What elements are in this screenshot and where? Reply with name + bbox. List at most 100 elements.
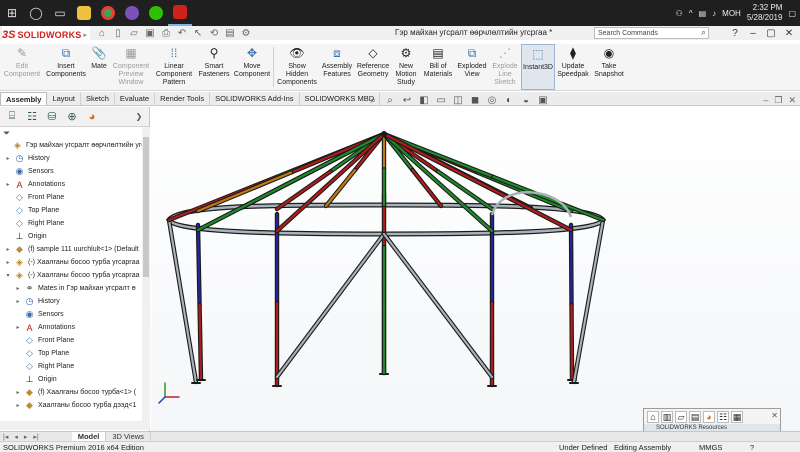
viewport-restore-icon[interactable]: ❐ <box>774 95 782 106</box>
tab-last-icon[interactable]: ▸| <box>30 433 41 441</box>
notifications-icon[interactable]: ▢ <box>788 9 796 18</box>
reference-geometry-button[interactable]: ◇ Reference Geometry <box>355 44 391 90</box>
tree-item[interactable]: ▾ ◈ (-) Хаалганы босоо турба угсаргаа <box>0 269 139 282</box>
tree-item[interactable]: ◉ Sensors <box>0 308 64 321</box>
open-folder-icon[interactable]: ▱ <box>128 28 140 40</box>
quick-tips-icon[interactable]: ? <box>750 442 754 452</box>
tab-evaluate[interactable]: Evaluate <box>115 92 156 105</box>
wall-post-upper[interactable] <box>196 223 201 307</box>
edit-appearance-icon[interactable]: ◐ <box>503 95 515 106</box>
filter-icon[interactable]: ⏷ <box>3 128 10 139</box>
close-icon[interactable]: ✕ <box>780 28 798 39</box>
tree-expander-icon[interactable]: ▾ <box>4 272 12 279</box>
maximize-icon[interactable]: ▢ <box>762 28 780 39</box>
tree-item[interactable]: ▸ A Annotations <box>0 178 65 191</box>
clock[interactable]: 2:32 PM 5/28/2019 <box>747 3 783 23</box>
tree-item[interactable]: ◇ Top Plane <box>0 204 59 217</box>
update-speedpak-button[interactable]: ⧫ Update Speedpak <box>555 44 591 90</box>
view-orientation-icon[interactable]: ◫ <box>452 95 464 106</box>
tree-item[interactable]: ⊥ Origin <box>0 373 57 386</box>
tree-expander-icon[interactable]: ▸ <box>4 155 12 162</box>
windows-start-icon[interactable]: ⊞ <box>0 0 24 26</box>
tree-expander-icon[interactable]: ▸ <box>4 246 12 253</box>
file-explorer-tab-icon[interactable]: ▱ <box>675 411 687 423</box>
insert-components-button[interactable]: ⧉ Insert Components <box>44 44 88 90</box>
tab-layout[interactable]: Layout <box>47 92 81 105</box>
options-gear-icon[interactable]: ⚙ <box>240 28 252 40</box>
brace-left[interactable] <box>275 232 386 379</box>
design-library-icon[interactable]: ▥ <box>661 411 673 423</box>
new-motion-study-button[interactable]: ⚙ New Motion Study <box>391 44 421 90</box>
tree-item[interactable]: ▸ ◆ Хаалганы босоо турба дээд<1 <box>0 399 136 412</box>
tree-item[interactable]: ◉ Sensors <box>0 165 54 178</box>
dynamic-annotation-icon[interactable]: ▭ <box>435 95 447 106</box>
chrome-icon[interactable] <box>96 0 120 26</box>
undo-icon[interactable]: ↶ <box>176 28 188 40</box>
tab-sketch[interactable]: Sketch <box>81 92 115 105</box>
property-manager-icon[interactable]: ☷ <box>24 109 40 125</box>
tab-3d-views[interactable]: 3D Views <box>106 431 151 442</box>
tree-item[interactable]: ▸ ◷ History <box>0 152 49 165</box>
display-manager-icon[interactable]: ◕ <box>84 109 100 125</box>
cortana-icon[interactable]: ◯ <box>24 0 48 26</box>
exploded-view-button[interactable]: ⧉ Exploded View <box>455 44 489 90</box>
unit-system[interactable]: MMGS <box>699 442 722 452</box>
outer-leg[interactable] <box>167 218 198 384</box>
network-icon[interactable]: ▤ <box>699 9 707 18</box>
tree-item[interactable]: ▸ ◆ (f) sample 111 uurchlult<1> (Default <box>0 243 138 256</box>
take-snapshot-button[interactable]: ◉ Take Snapshot <box>591 44 627 90</box>
component-preview-button[interactable]: ▦ Component Preview Window <box>110 44 152 90</box>
roof-rafter-lower[interactable] <box>411 168 443 208</box>
solidworks-icon[interactable] <box>168 0 192 26</box>
tree-expander-icon[interactable]: ▸ <box>14 298 22 305</box>
move-component-button[interactable]: ✥ Move Component <box>232 44 272 90</box>
menu-arrow-icon[interactable]: ▸ <box>83 31 87 39</box>
tree-vertical-scrollbar[interactable] <box>142 127 150 421</box>
tree-expander-icon[interactable]: ▸ <box>4 259 12 266</box>
people-icon[interactable]: ⚇ <box>676 9 683 18</box>
section-view-icon[interactable]: ◧ <box>418 95 430 106</box>
print-icon[interactable]: ⎙ <box>160 28 172 40</box>
outer-leg[interactable] <box>572 218 605 384</box>
instant3d-button[interactable]: ⬚ Instant3D <box>521 44 555 90</box>
tree-expander-icon[interactable]: ▸ <box>14 285 22 292</box>
select-arrow-icon[interactable]: ↖ <box>192 28 204 40</box>
tree-item[interactable]: ▸ A Annotations <box>0 321 75 334</box>
tree-item[interactable]: ◇ Right Plane <box>0 217 64 230</box>
scrollbar-thumb[interactable] <box>143 137 149 277</box>
chevron-up-icon[interactable]: ^ <box>689 9 693 18</box>
appearances-icon[interactable]: ◕ <box>703 411 715 423</box>
triad-z-axis[interactable] <box>158 396 166 404</box>
display-style-icon[interactable]: ◼ <box>469 95 481 106</box>
search-icon[interactable]: ⌕ <box>701 27 706 38</box>
save-icon[interactable]: ▣ <box>144 28 156 40</box>
hide-show-items-icon[interactable]: ◎ <box>486 95 498 106</box>
edit-component-button[interactable]: ✎ Edit Component <box>0 44 44 90</box>
zoom-area-icon[interactable]: ⌕ <box>384 95 396 106</box>
tree-item[interactable]: ◇ Right Plane <box>0 360 74 373</box>
tab-solidworks-add-ins[interactable]: SOLIDWORKS Add-Ins <box>210 92 300 105</box>
wall-post-upper[interactable] <box>569 223 573 307</box>
tree-item[interactable]: ◇ Top Plane <box>0 347 69 360</box>
tree-expander-icon[interactable]: ▸ <box>14 402 22 409</box>
graphics-area[interactable] <box>151 107 800 431</box>
viber-icon[interactable] <box>120 0 144 26</box>
smart-fasteners-button[interactable]: ⚲ Smart Fasteners <box>196 44 232 90</box>
home-icon[interactable]: ⌂ <box>96 28 108 40</box>
tree-item[interactable]: ◇ Front Plane <box>0 334 74 347</box>
roof-crown[interactable] <box>381 131 387 137</box>
task-pane-close-icon[interactable]: ✕ <box>771 411 778 420</box>
apply-scene-icon[interactable]: ◒ <box>520 95 532 106</box>
linear-pattern-button[interactable]: ⁞⁞ Linear Component Pattern <box>152 44 196 90</box>
brace-right[interactable] <box>382 232 494 379</box>
search-commands-input[interactable]: Search Commands ⌕ <box>594 27 709 39</box>
tree-item[interactable]: ▸ ◈ (-) Хаалганы босоо турба угсаргаа <box>0 256 139 269</box>
tab-render-tools[interactable]: Render Tools <box>155 92 211 105</box>
assembly-features-button[interactable]: ⧈ Assembly Features <box>319 44 355 90</box>
solidworks-forum-icon[interactable]: ▦ <box>731 411 743 423</box>
tab-assembly[interactable]: Assembly <box>0 92 48 105</box>
tree-horizontal-scrollbar[interactable] <box>0 421 150 430</box>
new-document-icon[interactable]: ▯ <box>112 28 124 40</box>
yurt-frame-model[interactable] <box>151 107 800 431</box>
tree-expander-icon[interactable]: ▸ <box>4 181 12 188</box>
